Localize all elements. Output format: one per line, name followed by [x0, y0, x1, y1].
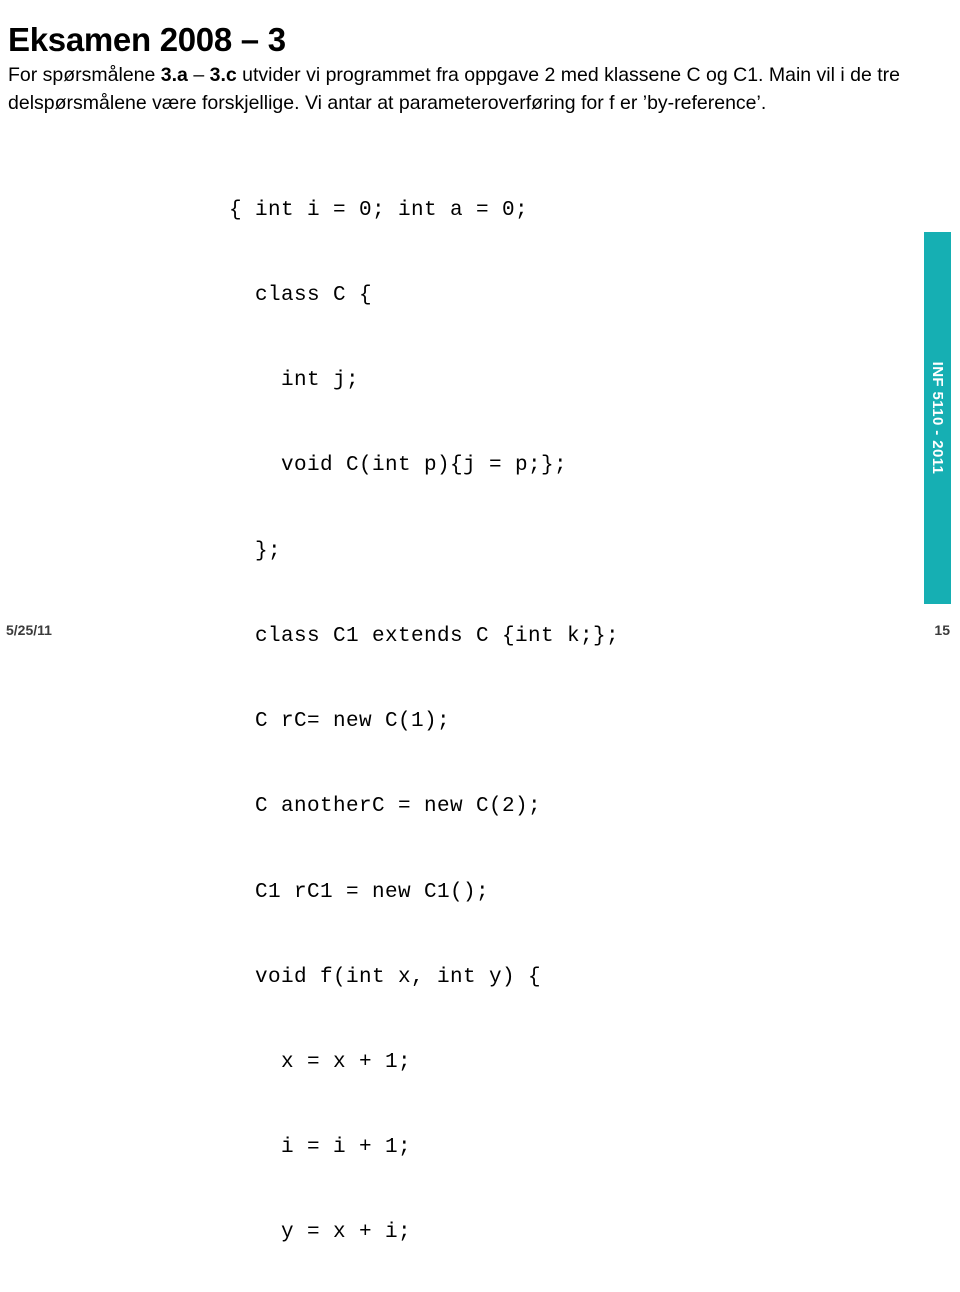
footer-page-number: 15 [934, 622, 950, 638]
code-line: x = x + 1; [229, 1051, 412, 1074]
code-line: C anotherC = new C(2); [229, 795, 542, 819]
code-line: void C(int p){j = p;}; [229, 454, 568, 478]
intro-bold-3c: 3.c [209, 63, 237, 86]
intro-text-part1: For spørsmålene [8, 63, 161, 86]
code-block: { int i = 0; int a = 0; class C { int j;… [229, 140, 619, 1292]
course-side-bar: INF 5110 - 2011 [924, 232, 951, 604]
intro-text-part2: – [187, 63, 210, 86]
code-line: C1 rC1 = new C1(); [229, 880, 490, 904]
course-side-bar-label: INF 5110 - 2011 [929, 361, 946, 475]
code-line: y = x + i; [229, 1221, 412, 1245]
slide-canvas: Eksamen 2008 – 3 For spørsmålene 3.a – 3… [0, 0, 960, 1244]
code-line: class C1 extends C {int k;}; [229, 624, 620, 648]
footer-date: 5/25/11 [6, 622, 52, 638]
intro-bold-3a: 3.a [160, 63, 188, 86]
code-line: { int i = 0; int a = 0; [229, 198, 529, 222]
code-line: C rC= new C(1); [229, 710, 451, 734]
code-line: i = i + 1; [229, 1136, 412, 1160]
code-line: class C { [229, 284, 373, 308]
code-line: int j; [229, 369, 360, 393]
page-title: Eksamen 2008 – 3 [8, 21, 286, 59]
intro-paragraph: For spørsmålene 3.a – 3.c utvider vi pro… [8, 61, 913, 118]
code-line: }; [229, 539, 282, 563]
code-line: void f(int x, int y) { [229, 965, 542, 989]
